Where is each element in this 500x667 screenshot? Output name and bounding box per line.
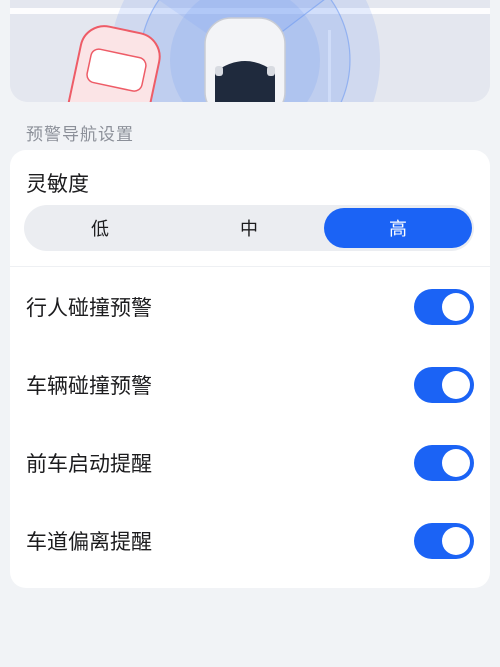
toggle-knob: [442, 371, 470, 399]
vehicle-collision-toggle[interactable]: [414, 367, 474, 403]
setting-label: 车辆碰撞预警: [26, 374, 152, 398]
hero-illustration: [10, 0, 490, 102]
lane-departure-toggle[interactable]: [414, 523, 474, 559]
settings-card: 灵敏度 低 中 高 行人碰撞预警 车辆碰撞预警 前车启动提醒 车道偏离提醒: [10, 150, 490, 588]
sensitivity-label: 灵敏度: [26, 172, 89, 196]
car-radar-illustration: [10, 0, 490, 102]
setting-label: 行人碰撞预警: [26, 296, 152, 320]
toggle-knob: [442, 293, 470, 321]
front-car-start-toggle[interactable]: [414, 445, 474, 481]
setting-row-front-car-start: 前车启动提醒: [10, 424, 490, 502]
setting-label: 车道偏离提醒: [26, 530, 152, 554]
section-title: 预警导航设置: [26, 125, 134, 145]
setting-row-lane-departure: 车道偏离提醒: [10, 502, 490, 580]
sensitivity-option-medium[interactable]: 中: [175, 205, 323, 251]
sensitivity-selector: 低 中 高: [24, 205, 474, 251]
ego-car-icon: [204, 17, 286, 102]
toggle-knob: [442, 449, 470, 477]
setting-row-pedestrian-collision: 行人碰撞预警: [10, 268, 490, 346]
setting-label: 前车启动提醒: [26, 452, 152, 476]
toggle-knob: [442, 527, 470, 555]
sensitivity-option-low[interactable]: 低: [26, 205, 174, 251]
pedestrian-collision-toggle[interactable]: [414, 289, 474, 325]
setting-row-vehicle-collision: 车辆碰撞预警: [10, 346, 490, 424]
divider: [10, 266, 490, 267]
sensitivity-option-high[interactable]: 高: [324, 208, 472, 248]
